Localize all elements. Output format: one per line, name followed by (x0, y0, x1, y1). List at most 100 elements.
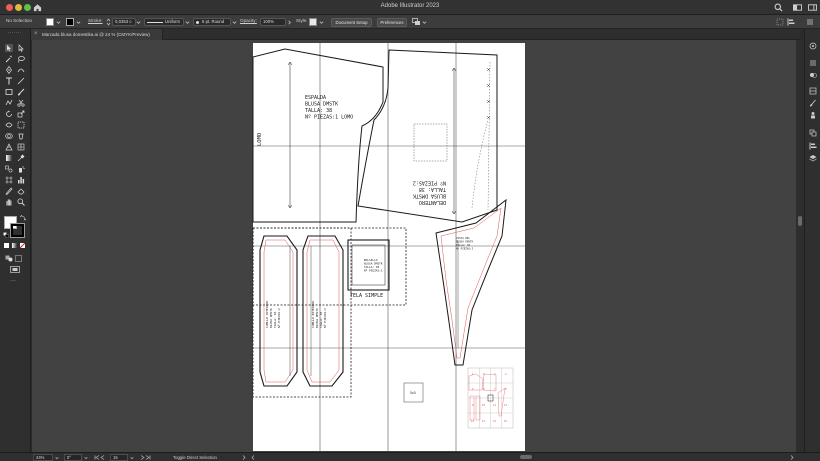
document-tab[interactable]: × Marcada blusa domestika.ai @ 24 % (CMY… (31, 29, 163, 40)
chevron-down-icon[interactable] (55, 456, 59, 460)
panel-grip-icon[interactable] (6, 31, 24, 34)
layers-panel-icon[interactable] (809, 59, 817, 67)
chevron-down-icon[interactable] (185, 20, 190, 25)
stroke-color-chip[interactable] (10, 223, 25, 238)
zoom-field[interactable]: 24% (33, 454, 53, 461)
chevron-down-icon[interactable] (84, 456, 88, 460)
chevron-down-icon[interactable] (136, 20, 141, 25)
scroll-left-icon[interactable] (251, 455, 255, 460)
chevron-right-icon[interactable] (287, 20, 292, 25)
eraser-tool[interactable] (17, 187, 25, 195)
libraries-panel-icon[interactable] (809, 71, 817, 79)
cuello-label-line: Nº PIEZAS:2 (323, 308, 327, 328)
mesh-tool[interactable] (17, 143, 25, 151)
vertical-scroll-thumb[interactable] (798, 216, 802, 226)
vertical-scrollbar[interactable] (796, 40, 804, 452)
scale-tool[interactable] (17, 110, 25, 118)
properties-panel-icon[interactable] (809, 42, 817, 50)
canvas-area[interactable]: ESPALDA BLUSA DMSTK TALLA: 38 Nº PIEZAS:… (32, 40, 796, 452)
pen-tool[interactable] (5, 66, 13, 74)
chevron-down-icon[interactable] (130, 456, 134, 460)
espalda-label-line: BLUSA DMSTK (305, 102, 338, 108)
draw-behind-icon[interactable] (15, 255, 22, 262)
canvas-drawing: ESPALDA BLUSA DMSTK TALLA: 38 Nº PIEZAS:… (252, 43, 525, 451)
scroll-right-icon[interactable] (790, 455, 794, 460)
chevron-right-icon[interactable] (242, 455, 246, 460)
swatches-panel-icon[interactable] (809, 87, 817, 95)
first-previous-artboard-icon[interactable] (94, 455, 106, 460)
screen-mode-icon[interactable] (10, 266, 20, 273)
arrange-documents-icon[interactable] (793, 3, 802, 12)
artboard-number-field[interactable]: 15 (110, 454, 128, 461)
fill-swatch[interactable] (46, 18, 54, 26)
symbols-panel-icon[interactable] (809, 111, 817, 119)
none-mode-icon[interactable] (20, 243, 25, 248)
artboard-tool[interactable] (5, 176, 13, 184)
opacity-label[interactable]: Opacity: (240, 18, 257, 23)
opacity-field[interactable]: 100% (260, 18, 286, 26)
gradient-mode-icon[interactable] (12, 243, 17, 248)
edit-toolbar-icon[interactable]: ··· (10, 278, 16, 284)
horizontal-scroll-thumb[interactable] (520, 455, 532, 459)
symbol-sprayer-tool[interactable] (17, 165, 25, 173)
brushes-panel-icon[interactable] (809, 99, 817, 107)
workspace-switcher-icon[interactable] (808, 3, 817, 12)
stroke-weight-field[interactable]: 0,0353 c (112, 18, 136, 26)
chevron-down-icon[interactable] (422, 20, 427, 25)
panel-menu-icon[interactable] (806, 18, 814, 26)
artboards-panel-icon[interactable] (809, 129, 817, 137)
rectangle-tool[interactable] (5, 88, 13, 96)
stroke-swatch[interactable] (66, 18, 74, 26)
swap-colors-icon[interactable] (20, 215, 26, 221)
chevron-down-icon[interactable] (232, 20, 237, 25)
chevron-down-icon[interactable] (319, 20, 324, 25)
align-icon[interactable] (787, 18, 795, 26)
gradient-tool[interactable] (5, 154, 13, 162)
paintbrush-tool[interactable] (17, 88, 25, 96)
graphic-style-swatch[interactable] (309, 18, 317, 26)
perspective-grid-tool[interactable] (5, 143, 13, 151)
arrange-icon[interactable] (412, 18, 421, 26)
rotation-field[interactable]: 0° (64, 454, 82, 461)
color-mode-icon[interactable] (4, 243, 9, 248)
search-icon[interactable] (774, 3, 783, 12)
free-transform-tool[interactable] (17, 121, 25, 129)
slice-tool[interactable] (5, 187, 13, 195)
lasso-tool[interactable] (17, 55, 25, 63)
preferences-button[interactable]: Preferences (377, 17, 407, 27)
eyedropper-tool[interactable] (17, 154, 25, 162)
align-panel-icon[interactable] (809, 142, 817, 150)
type-tool[interactable] (5, 77, 13, 85)
hand-tool[interactable] (5, 198, 13, 206)
stroke-label[interactable]: Stroke: (88, 18, 103, 23)
brush-value: 5 pt. Round (202, 19, 225, 24)
chevron-down-icon[interactable] (76, 20, 81, 25)
shaper-tool[interactable] (5, 99, 13, 107)
rotate-tool[interactable] (5, 110, 13, 118)
live-paint-tool[interactable] (17, 132, 25, 140)
scissors-tool[interactable] (17, 99, 25, 107)
line-segment-tool[interactable] (17, 77, 25, 85)
next-last-artboard-icon[interactable] (139, 455, 151, 460)
selection-tool[interactable] (5, 44, 13, 52)
draw-normal-icon[interactable] (5, 255, 13, 262)
close-tab-icon[interactable]: × (34, 29, 38, 40)
layers-stack-icon[interactable] (809, 154, 817, 162)
default-colors-icon[interactable] (3, 232, 9, 238)
magic-wand-tool[interactable] (5, 55, 13, 63)
gradient-icon (6, 155, 12, 161)
brush-select[interactable]: 5 pt. Round (193, 18, 231, 26)
blend-tool[interactable] (5, 165, 13, 173)
document-setup-button[interactable]: Document Setup (331, 17, 372, 27)
column-graph-tool[interactable] (17, 176, 25, 184)
tiling-thumbnail[interactable]: 1 2 3 4 5 6 7 8 9 10 11 12 13 14 15 16 (467, 367, 514, 429)
curvature-tool[interactable] (17, 66, 25, 74)
shape-builder-tool[interactable] (5, 132, 13, 140)
stroke-profile-select[interactable]: Uniform (144, 18, 184, 26)
zoom-tool[interactable] (17, 198, 25, 206)
stepper-icon[interactable] (106, 18, 111, 26)
chevron-down-icon[interactable] (56, 20, 61, 25)
direct-selection-tool[interactable] (17, 44, 25, 52)
width-tool[interactable] (5, 121, 13, 129)
transform-icon[interactable] (776, 18, 784, 26)
